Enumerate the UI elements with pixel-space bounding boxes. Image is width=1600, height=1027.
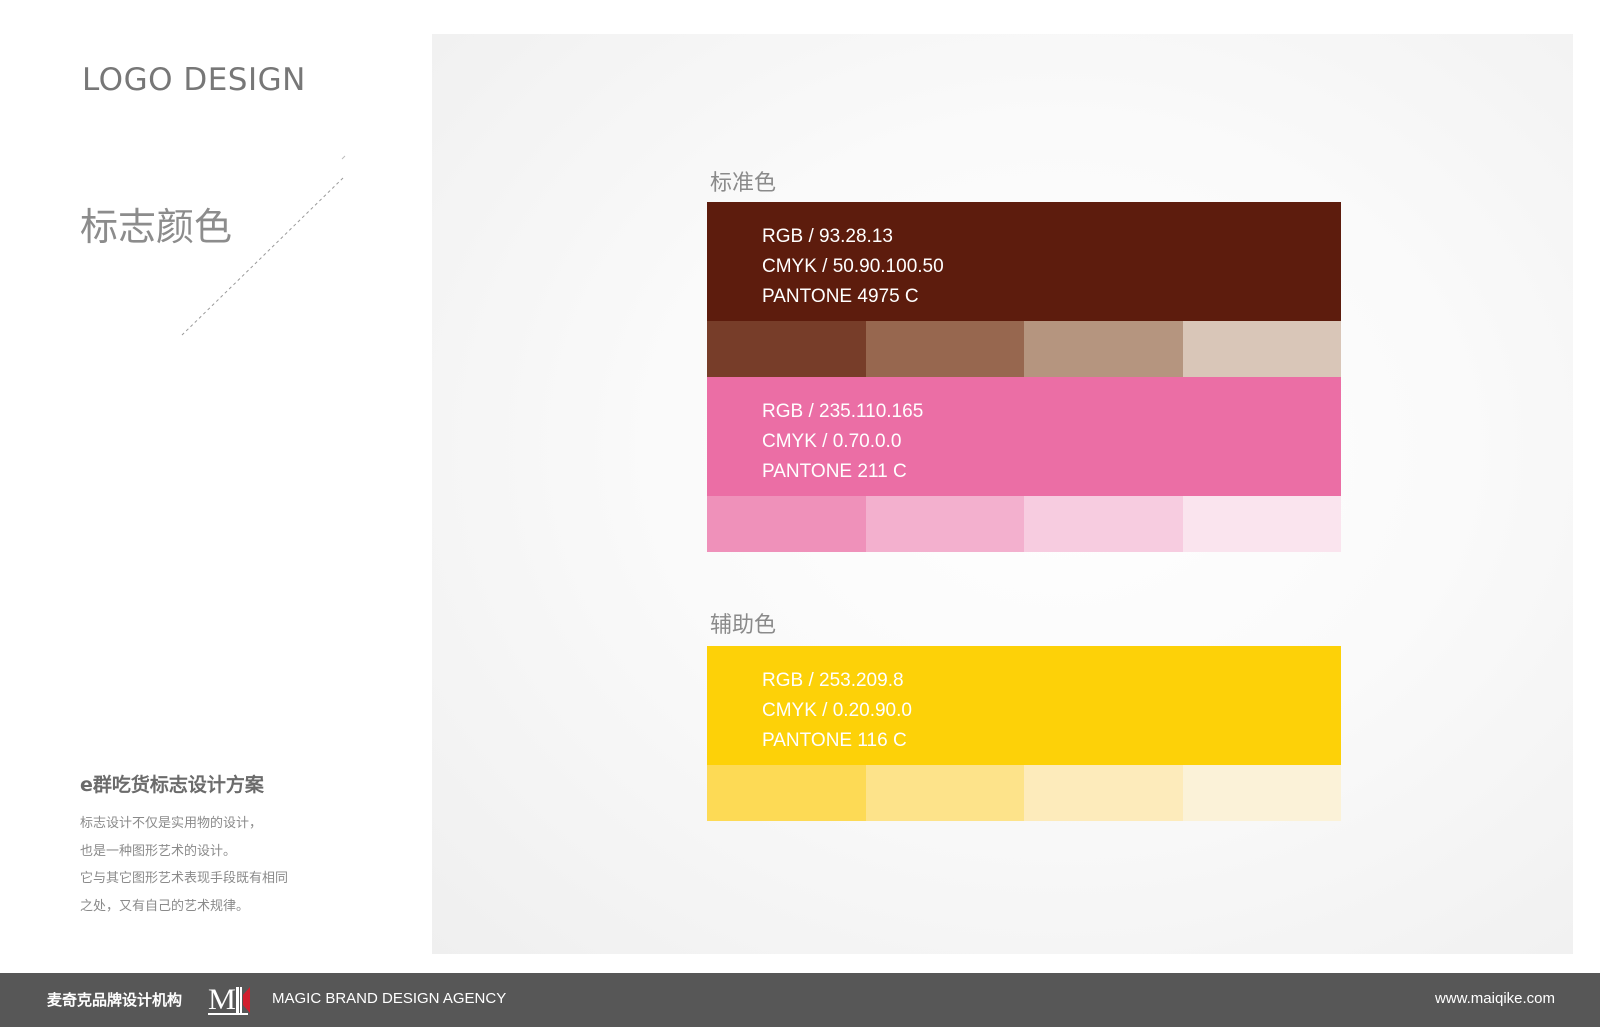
tint-swatch xyxy=(1024,765,1183,821)
svg-text:M: M xyxy=(208,983,236,1016)
tint-swatch xyxy=(1182,765,1341,821)
pantone-value: PANTONE 116 C xyxy=(762,730,907,751)
tint-swatch xyxy=(707,496,866,552)
brown-tint-row xyxy=(707,321,1341,377)
rgb-value: RGB / 253.209.8 xyxy=(762,670,904,691)
description-line: 它与其它图形艺术表现手段既有相同 xyxy=(80,871,289,886)
auxiliary-yellow-swatch: RGB / 253.209.8 CMYK / 0.20.90.0 PANTONE… xyxy=(707,646,1341,765)
footer-bar: 麦奇克品牌设计机构 M MAGIC BRAND DESIGN AGENCY ww… xyxy=(0,973,1600,1027)
standard-color-label: 标准色 xyxy=(710,171,777,196)
agency-logo-mark: M xyxy=(208,983,250,1016)
tint-swatch xyxy=(1182,321,1341,377)
cmyk-value: CMYK / 0.70.0.0 xyxy=(762,431,902,452)
project-title: e群吃货标志设计方案 xyxy=(80,774,264,796)
decorative-diagonal-line xyxy=(181,155,346,336)
pantone-value: PANTONE 211 C xyxy=(762,461,907,482)
tint-swatch xyxy=(1024,496,1183,552)
tint-swatch xyxy=(707,765,866,821)
cmyk-value: CMYK / 0.20.90.0 xyxy=(762,700,912,721)
description-line: 标志设计不仅是实用物的设计， xyxy=(80,816,263,831)
tint-swatch xyxy=(1024,321,1183,377)
project-description: 标志设计不仅是实用物的设计， 也是一种图形艺术的设计。 它与其它图形艺术表现手段… xyxy=(80,810,288,920)
auxiliary-color-label: 辅助色 xyxy=(710,613,777,638)
pantone-value: PANTONE 4975 C xyxy=(762,286,919,307)
footer-company-cn: 麦奇克品牌设计机构 xyxy=(47,991,183,1009)
footer-company-en: MAGIC BRAND DESIGN AGENCY xyxy=(272,990,507,1007)
yellow-tint-row xyxy=(707,765,1341,821)
tint-swatch xyxy=(865,321,1024,377)
footer-website-link[interactable]: www.maiqike.com xyxy=(1435,990,1555,1007)
pink-tint-row xyxy=(707,496,1341,552)
tint-swatch xyxy=(707,321,866,377)
primary-pink-swatch: RGB / 235.110.165 CMYK / 0.70.0.0 PANTON… xyxy=(707,377,1341,496)
rgb-value: RGB / 235.110.165 xyxy=(762,401,924,422)
tint-swatch xyxy=(1182,496,1341,552)
rgb-value: RGB / 93.28.13 xyxy=(762,226,893,247)
description-line: 之处，又有自己的艺术规律。 xyxy=(80,898,250,914)
cmyk-value: CMYK / 50.90.100.50 xyxy=(762,256,944,277)
tint-swatch xyxy=(865,765,1024,821)
description-line: 也是一种图形艺术的设计。 xyxy=(80,843,237,859)
tint-swatch xyxy=(865,496,1024,552)
primary-brown-swatch: RGB / 93.28.13 CMYK / 50.90.100.50 PANTO… xyxy=(707,202,1341,321)
